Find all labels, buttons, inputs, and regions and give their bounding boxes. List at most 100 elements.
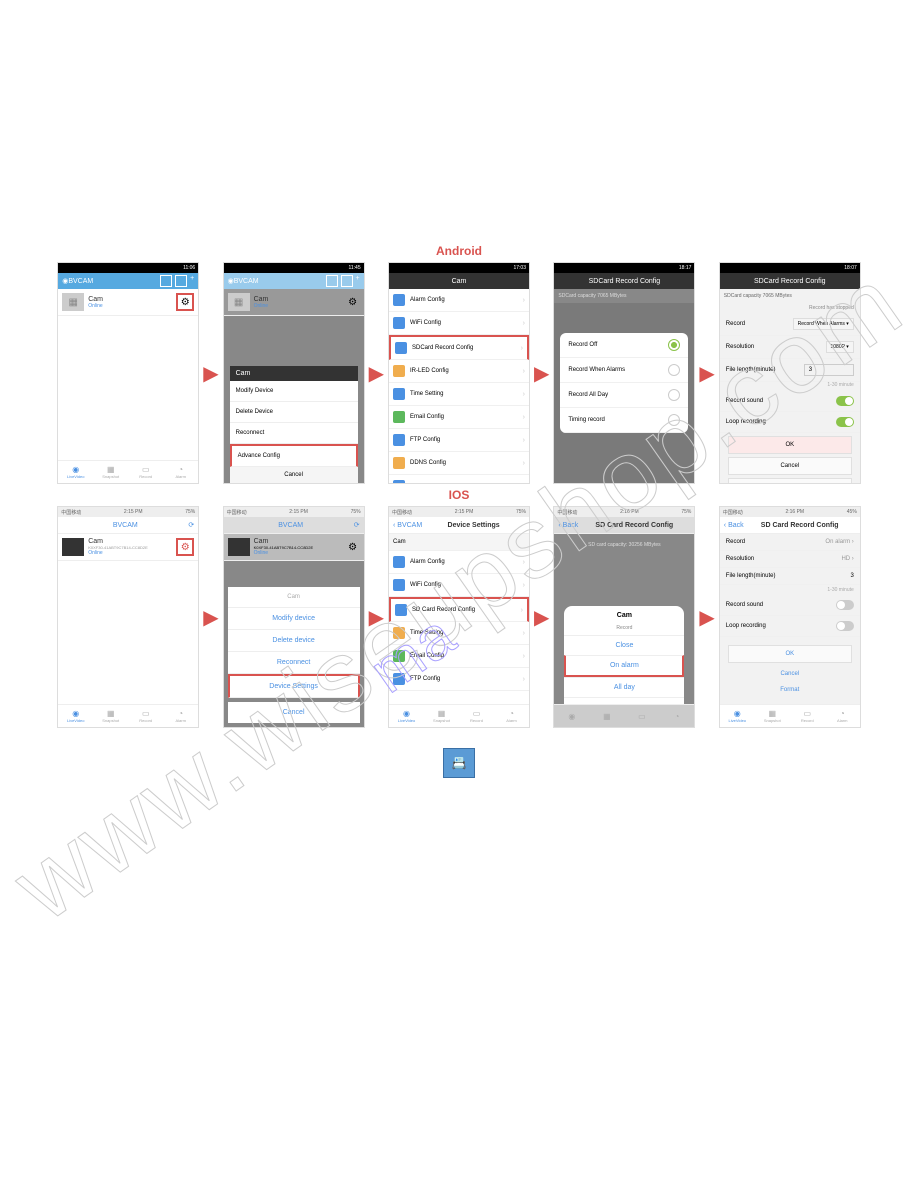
tab-record[interactable]: ▭Record <box>459 705 494 727</box>
advance-config-item[interactable]: Advance Config <box>230 444 358 467</box>
modify-device-item[interactable]: Modify device <box>228 608 360 630</box>
loop-toggle[interactable] <box>836 417 854 427</box>
time-setting-row[interactable]: Time Setting› <box>389 383 529 406</box>
image-icon: ▦ <box>769 709 777 718</box>
back-button[interactable]: ‹ Back <box>724 522 744 529</box>
format-link[interactable]: Format <box>720 682 860 698</box>
sound-toggle[interactable] <box>836 600 854 610</box>
camera-list-item[interactable]: Cam K0XF30-41ABT9C7B14-CC8D2E Online ⚙ <box>58 534 198 561</box>
ddns-config-row[interactable]: DDNS Config› <box>389 452 529 475</box>
refresh-icon[interactable]: ⟳ <box>188 521 194 529</box>
film-icon: ▭ <box>473 709 481 718</box>
cancel-button[interactable]: Cancel <box>230 467 358 483</box>
android-screen-4: 18:17 SDCard Record Config SDCard capaci… <box>553 262 695 484</box>
record-alarm-option[interactable]: Record When Alarms <box>560 358 688 383</box>
sound-toggle[interactable] <box>836 396 854 406</box>
header-title: SDCard Record Config <box>754 278 826 285</box>
tab-record[interactable]: ▭Record <box>128 461 163 483</box>
ftp-config-row[interactable]: FTP Config› <box>389 668 529 691</box>
tab-record[interactable]: ▭Record <box>790 705 825 727</box>
cancel-button[interactable]: Cancel <box>728 457 852 475</box>
misc-icon <box>393 480 405 483</box>
misc-settings-row[interactable]: Misc Settings› <box>389 475 529 483</box>
record-timing-option[interactable]: Timing record <box>560 408 688 433</box>
resolution-row[interactable]: ResolutionHD › <box>720 551 860 568</box>
email-icon <box>393 650 405 662</box>
status-time: 18:07 <box>844 265 857 271</box>
tab-alarm[interactable]: ◔Alarm <box>163 705 198 727</box>
time-setting-row[interactable]: Time Setting› <box>389 622 529 645</box>
back-button[interactable]: ‹ BVCAM <box>393 522 422 529</box>
sdcard-config-row[interactable]: SDCard Record Config› <box>389 335 529 360</box>
onalarm-option[interactable]: On alarm <box>564 655 684 677</box>
camera-thumbnail: ▦ <box>62 293 84 311</box>
tab-snapshot[interactable]: ▦Snapshot <box>424 705 459 727</box>
search-icon[interactable] <box>175 275 187 287</box>
tab-record[interactable]: ▭Record <box>128 705 163 727</box>
tab-live[interactable]: ◉LiveVideo <box>58 705 93 727</box>
grid-icon[interactable] <box>160 275 172 287</box>
delete-device-item[interactable]: Delete Device <box>230 402 358 423</box>
record-dropdown[interactable]: Record When Alarms ▾ <box>793 318 854 330</box>
alarm-config-row[interactable]: Alarm Config› <box>389 289 529 312</box>
tab-record: ▭ <box>624 705 659 727</box>
tab-live[interactable]: ◉LiveVideo <box>389 705 424 727</box>
alarm-config-row[interactable]: Alarm Config› <box>389 551 529 574</box>
film-icon: ▭ <box>804 709 812 718</box>
camera-list-item-dim: ▦ CamOnline ⚙ <box>224 289 364 316</box>
video-icon: ◉ <box>568 712 575 721</box>
email-config-row[interactable]: Email Config› <box>389 406 529 429</box>
tab-alarm[interactable]: ◔Alarm <box>494 705 529 727</box>
tab-snapshot[interactable]: ▦Snapshot <box>93 461 128 483</box>
modify-device-item[interactable]: Modify Device <box>230 381 358 402</box>
bell-icon: ◔ <box>509 709 514 718</box>
close-option[interactable]: Close <box>564 635 684 655</box>
file-length-row[interactable]: File length(minute)3 <box>720 568 860 585</box>
arrow-icon: ▶ <box>369 605 384 630</box>
email-icon <box>393 411 405 423</box>
delete-device-item[interactable]: Delete device <box>228 630 360 652</box>
camera-name: Cam <box>88 296 176 303</box>
add-icon[interactable]: + <box>190 275 194 287</box>
gear-icon[interactable]: ⚙ <box>176 538 194 556</box>
ftp-config-row[interactable]: FTP Config› <box>389 429 529 452</box>
record-mode-row[interactable]: RecordOn alarm › <box>720 534 860 551</box>
irled-config-row[interactable]: IR-LED Config› <box>389 360 529 383</box>
record-allday-option[interactable]: Record All Day <box>560 383 688 408</box>
tab-alarm[interactable]: ◔Alarm <box>825 705 860 727</box>
email-config-row[interactable]: Email Config› <box>389 645 529 668</box>
chevron-right-icon: › <box>523 483 525 484</box>
tab-snapshot[interactable]: ▦Snapshot <box>93 705 128 727</box>
timing-option[interactable]: Timing record <box>564 697 684 704</box>
record-off-option[interactable]: Record Off <box>560 333 688 358</box>
loop-toggle[interactable] <box>836 621 854 631</box>
ok-button[interactable]: OK <box>728 436 852 454</box>
tab-snapshot[interactable]: ▦Snapshot <box>755 705 790 727</box>
camera-list-item-dim: CamK0XF30-41ABT9C7B14-CC8D2EOnline ⚙ <box>224 534 364 561</box>
device-settings-item[interactable]: Device Settings <box>228 674 360 698</box>
arrow-icon: ▶ <box>699 605 714 630</box>
tab-bar: ◉LiveVideo ▦Snapshot ▭Record ◔Alarm <box>58 460 198 483</box>
file-length-input[interactable]: 3 <box>804 364 854 376</box>
cancel-button[interactable]: Cancel <box>228 702 360 723</box>
ok-button[interactable]: OK <box>728 645 852 663</box>
record-mode-modal: Record Off Record When Alarms Record All… <box>560 333 688 433</box>
reconnect-item[interactable]: Reconnect <box>228 652 360 674</box>
wifi-config-row[interactable]: WiFi Config› <box>389 574 529 597</box>
allday-option[interactable]: All day <box>564 677 684 697</box>
tab-live[interactable]: ◉LiveVideo <box>720 705 755 727</box>
gear-icon[interactable]: ⚙ <box>176 293 194 311</box>
record-mode-row[interactable]: RecordRecord When Alarms ▾ <box>720 313 860 336</box>
capacity-label: SD card capacity: 30256 MBytes <box>554 534 694 556</box>
cancel-link[interactable]: Cancel <box>720 666 860 682</box>
camera-list-item[interactable]: ▦ Cam Online ⚙ <box>58 289 198 316</box>
resolution-dropdown[interactable]: 1080P ▾ <box>826 341 854 353</box>
format-button[interactable]: Format <box>728 478 852 483</box>
reconnect-item[interactable]: Reconnect <box>230 423 358 444</box>
sdcard-config-row[interactable]: SD Card Record Config› <box>389 597 529 622</box>
resolution-row[interactable]: Resolution1080P ▾ <box>720 336 860 359</box>
tab-alarm[interactable]: ◔Alarm <box>163 461 198 483</box>
tab-live[interactable]: ◉LiveVideo <box>58 461 93 483</box>
ios-screen-1: 中国移动2:15 PM75% BVCAM ⟳ Cam K0XF30-41ABT9… <box>57 506 199 728</box>
wifi-config-row[interactable]: WiFi Config› <box>389 312 529 335</box>
